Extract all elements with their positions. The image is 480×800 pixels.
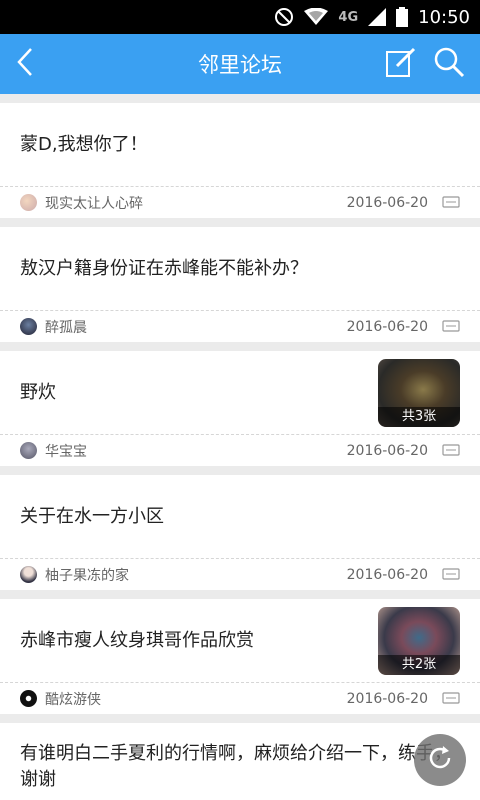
post-title: 敖汉户籍身份证在赤峰能不能补办？ [20, 257, 308, 279]
post-card[interactable]: 赤峰市瘦人纹身琪哥作品欣赏 共2张 酷炫游侠 2016-06-20 [0, 599, 480, 714]
image-count: 共2张 [378, 654, 460, 675]
post-title: 关于在水一方小区 [20, 505, 164, 527]
avatar [20, 566, 37, 583]
battery-icon [396, 7, 409, 27]
compose-icon [385, 46, 417, 82]
signal-icon [368, 8, 387, 26]
avatar [20, 690, 37, 707]
network-type: 4G [338, 9, 359, 25]
comment-icon[interactable] [442, 443, 460, 458]
post-card[interactable]: 有谁明白二手夏利的行情啊，麻烦给介绍一下，练手，谢谢 [0, 723, 480, 800]
avatar [20, 318, 37, 335]
post-date: 2016-06-20 [346, 442, 428, 459]
post-author: 华宝宝 [45, 443, 87, 460]
compose-button[interactable] [384, 47, 418, 81]
post-author: 醉孤晨 [45, 319, 87, 336]
post-card[interactable]: 关于在水一方小区 柚子果冻的家 2016-06-20 [0, 475, 480, 590]
comment-icon[interactable] [442, 195, 460, 210]
wifi-icon [304, 8, 329, 26]
post-date: 2016-06-20 [346, 194, 428, 211]
post-card[interactable]: 敖汉户籍身份证在赤峰能不能补办？ 醉孤晨 2016-06-20 [0, 227, 480, 342]
post-title: 赤峰市瘦人纹身琪哥作品欣赏 [20, 629, 254, 651]
search-icon [433, 46, 465, 82]
post-card[interactable]: 野炊 共3张 华宝宝 2016-06-20 [0, 351, 480, 466]
do-not-disturb-icon [274, 7, 294, 27]
post-author: 柚子果冻的家 [45, 567, 129, 584]
post-thumbnail[interactable]: 共3张 [378, 358, 460, 427]
post-author: 酷炫游侠 [45, 691, 101, 708]
app-bar: 邻里论坛 [0, 34, 480, 94]
back-button[interactable] [0, 34, 50, 94]
comment-icon[interactable] [442, 567, 460, 582]
post-thumbnail[interactable]: 共2张 [378, 606, 460, 675]
post-author: 现实太让人心碎 [45, 195, 143, 212]
search-button[interactable] [432, 47, 466, 81]
clock: 10:50 [418, 6, 470, 28]
comment-icon[interactable] [442, 319, 460, 334]
refresh-button[interactable] [414, 734, 466, 786]
post-title: 蒙D,我想你了！ [20, 133, 148, 155]
image-count: 共3张 [378, 406, 460, 427]
comment-icon[interactable] [442, 691, 460, 706]
avatar [20, 194, 37, 211]
post-title: 有谁明白二手夏利的行情啊，麻烦给介绍一下，练手，谢谢 [20, 743, 452, 790]
post-title: 野炊 [20, 381, 56, 403]
chevron-left-icon [16, 47, 34, 81]
avatar [20, 442, 37, 459]
post-date: 2016-06-20 [346, 690, 428, 707]
refresh-icon [427, 745, 453, 775]
post-date: 2016-06-20 [346, 318, 428, 335]
post-date: 2016-06-20 [346, 566, 428, 583]
status-bar: 4G 10:50 [0, 0, 480, 34]
post-card[interactable]: 蒙D,我想你了！ 现实太让人心碎 2016-06-20 [0, 103, 480, 218]
post-list[interactable]: 蒙D,我想你了！ 现实太让人心碎 2016-06-20 敖汉户籍身份证在赤峰能不… [0, 94, 480, 800]
